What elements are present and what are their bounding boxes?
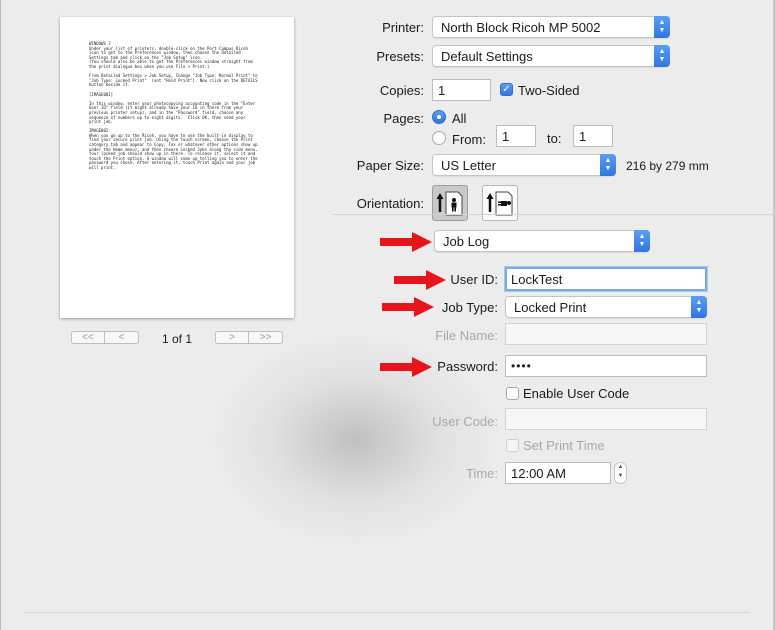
up-down-chevron-icon: ▲ ▼	[654, 16, 670, 38]
chevron-up-icon: ▲	[617, 464, 624, 470]
bottom-divider	[24, 612, 750, 613]
paper-size-value: US Letter	[441, 158, 496, 173]
pages-from-field[interactable]: 1	[496, 125, 536, 147]
printer-popup[interactable]: North Block Ricoh MP 5002 ▲ ▼	[432, 16, 670, 38]
preview-document-text: WINDOWS 7 Under your list of printers, do…	[89, 41, 279, 171]
pages-from-label: From:	[452, 132, 486, 147]
paper-size-dims: 216 by 279 mm	[626, 159, 709, 173]
password-value: ••••	[511, 359, 532, 373]
up-down-chevron-icon: ▲ ▼	[654, 45, 670, 67]
printer-label: Printer:	[382, 20, 424, 35]
up-down-chevron-icon: ▲ ▼	[600, 154, 616, 176]
user-code-field[interactable]	[505, 408, 707, 430]
two-sided-checkbox[interactable]: ✓	[500, 83, 513, 96]
paper-size-label: Paper Size:	[356, 158, 424, 173]
last-page-button[interactable]: >>	[249, 331, 283, 344]
pages-label: Pages:	[383, 111, 424, 126]
preview-nav-forward-group: > >>	[215, 331, 283, 344]
two-sided-label: Two-Sided	[518, 83, 580, 98]
time-value: 12:00 AM	[511, 466, 566, 481]
job-type-popup[interactable]: Locked Print ▲ ▼	[505, 296, 707, 318]
set-print-time-checkbox[interactable]	[506, 439, 519, 452]
presets-label: Presets:	[376, 49, 424, 64]
section-popup[interactable]: Job Log ▲ ▼	[434, 230, 650, 252]
copies-label: Copies:	[379, 83, 424, 98]
copies-value: 1	[438, 83, 446, 98]
user-id-label: User ID:	[450, 272, 498, 287]
job-type-label: Job Type:	[441, 300, 498, 315]
time-label: Time:	[465, 466, 498, 481]
password-field[interactable]: ••••	[505, 355, 707, 377]
printer-value: North Block Ricoh MP 5002	[441, 20, 601, 35]
chevron-down-icon: ▼	[617, 473, 624, 479]
red-arrow-icon	[380, 232, 432, 252]
first-page-button[interactable]: <<	[71, 331, 105, 344]
up-down-chevron-icon: ▲ ▼	[634, 230, 650, 252]
file-name-field[interactable]	[505, 323, 707, 345]
next-page-button[interactable]: >	[215, 331, 249, 344]
checkmark-icon: ✓	[502, 84, 511, 95]
landscape-orientation-button[interactable]	[482, 185, 518, 221]
pages-to-label: to:	[547, 131, 562, 146]
pages-to-field[interactable]: 1	[573, 125, 613, 147]
user-id-value: LockTest	[511, 272, 563, 287]
window-edge-left	[0, 0, 1, 630]
presets-popup[interactable]: Default Settings ▲ ▼	[432, 45, 670, 67]
pages-from-radio[interactable]	[432, 131, 446, 145]
portrait-orientation-button[interactable]	[432, 185, 468, 221]
user-id-field[interactable]: LockTest	[505, 267, 707, 291]
pages-all-radio[interactable]	[432, 110, 446, 124]
presets-value: Default Settings	[441, 49, 533, 64]
pages-all-label: All	[452, 111, 467, 126]
page-count: 1 of 1	[161, 332, 193, 346]
preview-text-line: will print.	[89, 165, 116, 171]
orientation-label: Orientation:	[356, 196, 424, 211]
pages-from-value: 1	[502, 129, 510, 144]
print-preview-page: WINDOWS 7 Under your list of printers, do…	[60, 17, 294, 318]
copies-field[interactable]: 1	[432, 79, 491, 101]
enable-user-code-label: Enable User Code	[523, 386, 630, 401]
section-value: Job Log	[443, 234, 490, 249]
pages-to-value: 1	[579, 129, 587, 144]
up-down-chevron-icon: ▲ ▼	[691, 296, 707, 318]
preview-nav-back-group: << <	[71, 331, 139, 344]
user-code-label: User Code:	[432, 414, 498, 429]
job-type-value: Locked Print	[514, 300, 587, 315]
previous-page-button[interactable]: <	[105, 331, 139, 344]
time-field[interactable]: 12:00 AM	[505, 462, 611, 484]
preview-text-line: password you chose. After entering it, t…	[89, 160, 256, 166]
set-print-time-label: Set Print Time	[523, 438, 605, 453]
file-name-label: File Name:	[435, 328, 498, 343]
paper-size-popup[interactable]: US Letter ▲ ▼	[432, 154, 616, 176]
password-label: Password:	[437, 359, 498, 374]
section-divider	[332, 214, 774, 215]
enable-user-code-checkbox[interactable]	[506, 387, 519, 400]
time-stepper[interactable]: ▲ ▼	[614, 462, 627, 484]
